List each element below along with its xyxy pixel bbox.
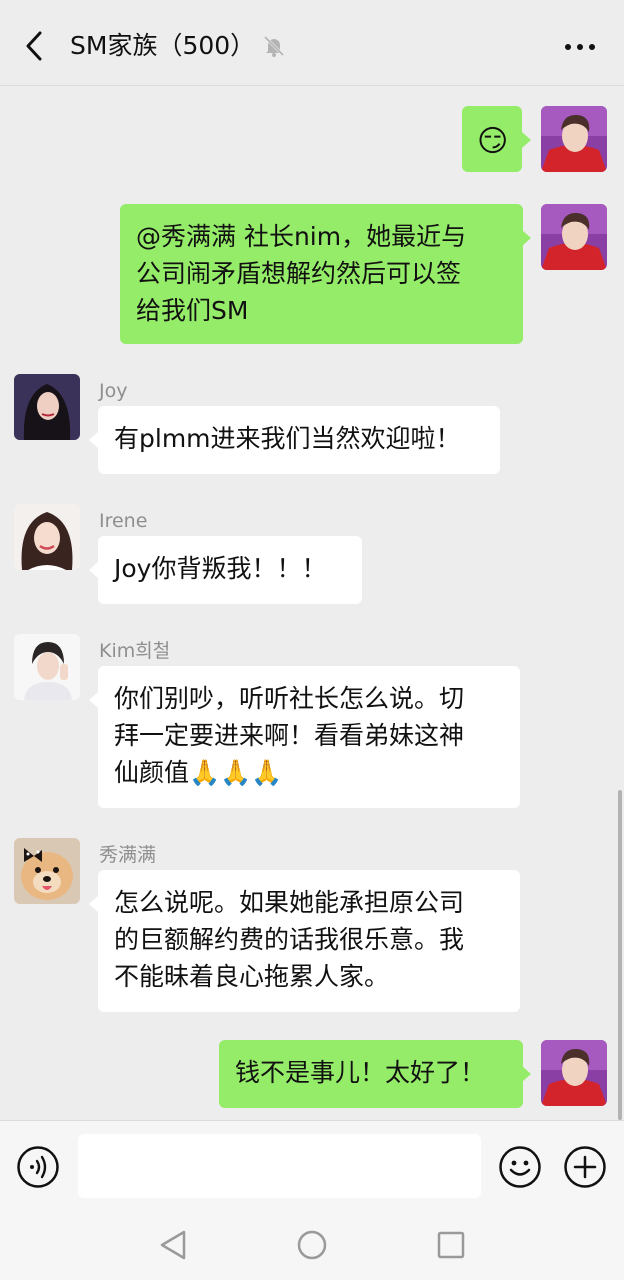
system-navigation-bar [0,1210,624,1280]
emoji-button[interactable] [498,1145,542,1189]
square-recent-icon [437,1231,465,1259]
plus-button[interactable] [563,1145,607,1189]
voice-button[interactable] [16,1145,60,1189]
message-line: 有plmm进来我们当然欢迎啦！ [114,424,461,453]
sender-name: 秀满满 [99,844,157,866]
message-line: 不能昧着良心拖累人家。 [114,962,390,991]
input-toolbar [0,1120,624,1210]
plus-circle-icon [564,1146,606,1188]
nav-back-button[interactable] [158,1229,188,1265]
message-bubble[interactable]: 你们别吵，听听社长怎么说。切 拜一定要进来啊！看看弟妹这神 仙颜值🙏🙏🙏 [98,666,520,808]
smiley-icon [499,1146,541,1188]
smirk-emoji: 😏 [477,124,509,159]
message-line: 怎么说呢。如果她能承担原公司 [114,888,465,917]
message-line: 仙颜值🙏🙏🙏 [114,758,283,787]
message-input[interactable] [78,1134,481,1198]
irene-avatar[interactable] [14,504,80,570]
nav-home-button[interactable] [296,1229,328,1265]
more-button[interactable] [563,30,597,64]
sender-name: Joy [99,380,128,402]
message-line: 的巨额解约费的话我很乐意。我 [114,925,465,954]
user-avatar[interactable] [541,106,607,172]
message-line: 给我们SM [136,296,249,325]
dog-avatar[interactable] [14,838,80,904]
back-button[interactable] [20,28,50,64]
kim-avatar[interactable] [14,634,80,700]
message-line: @秀满满 社长nim，她最近与 [136,222,467,251]
message-bubble[interactable]: 😏 [462,106,522,172]
message-bubble[interactable]: Joy你背叛我！！！ [98,536,362,604]
message-bubble[interactable]: 有plmm进来我们当然欢迎啦！ [98,406,500,474]
chat-title: SM家族（500） [70,31,256,60]
user-avatar[interactable] [541,1040,607,1106]
message-bubble[interactable]: 钱不是事儿！太好了！ [219,1040,523,1108]
message-line: 钱不是事儿！太好了！ [235,1058,486,1087]
message-line: Joy你背叛我！！！ [114,554,327,583]
circle-home-icon [297,1230,327,1260]
sender-name: Irene [99,510,148,532]
chat-header: SM家族（500） [0,0,624,86]
message-line: 公司闹矛盾想解约然后可以签 [136,259,462,288]
user-avatar[interactable] [541,204,607,270]
nav-recent-button[interactable] [436,1229,466,1265]
message-bubble[interactable]: 怎么说呢。如果她能承担原公司 的巨额解约费的话我很乐意。我 不能昧着良心拖累人家… [98,870,520,1012]
voice-icon [17,1146,59,1188]
chevron-left-icon [26,31,42,61]
chat-message-list[interactable]: 😏 @秀满满 社长nim，她最近与 公司闹矛盾想解约然后可以签 给我们SM Jo… [0,86,624,1120]
sender-name: Kim희철 [99,640,171,662]
joy-avatar[interactable] [14,374,80,440]
message-bubble[interactable]: @秀满满 社长nim，她最近与 公司闹矛盾想解约然后可以签 给我们SM [120,204,523,344]
message-line: 拜一定要进来啊！看看弟妹这神 [114,721,465,750]
bell-muted-icon [262,34,286,58]
chat-scrollbar[interactable] [618,790,622,1120]
message-line: 你们别吵，听听社长怎么说。切 [114,684,465,713]
more-dots-icon [565,44,595,50]
triangle-back-icon [160,1230,186,1260]
